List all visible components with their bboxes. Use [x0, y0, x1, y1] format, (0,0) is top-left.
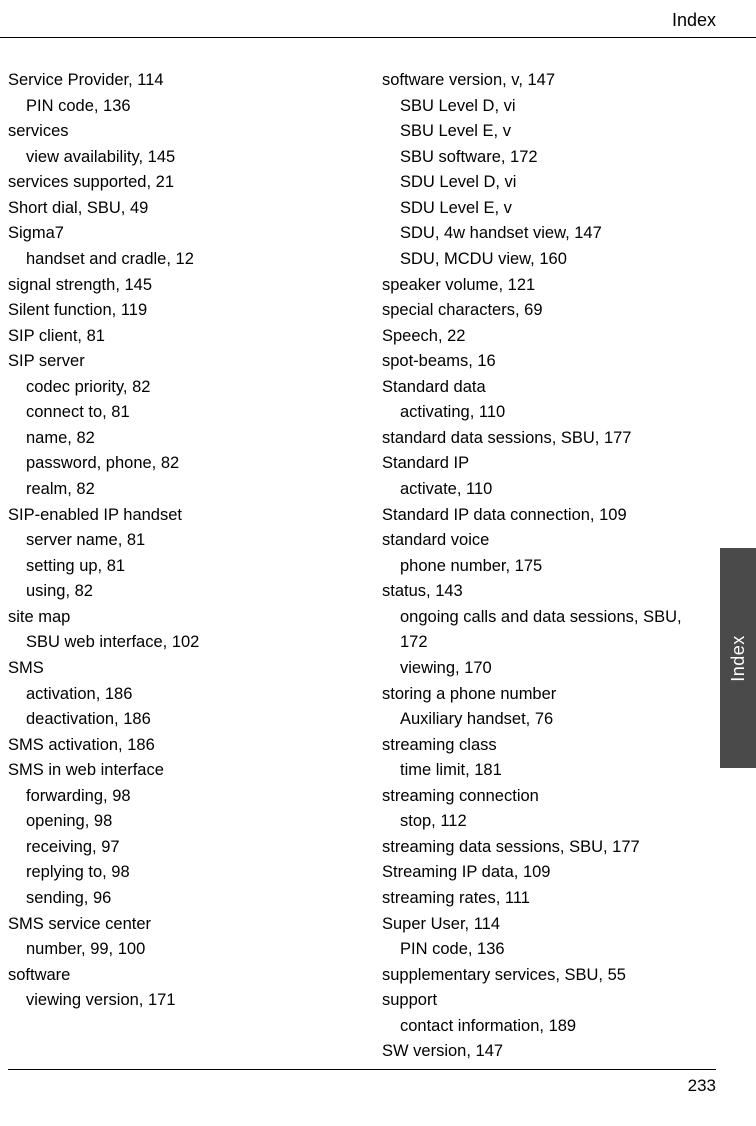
index-entry: using, 82: [8, 579, 342, 605]
index-entry: activate, 110: [382, 477, 716, 503]
index-entry: Super User, 114: [382, 912, 716, 938]
index-entry: password, phone, 82: [8, 451, 342, 477]
index-entry: handset and cradle, 12: [8, 247, 342, 273]
index-entry: Standard IP data connection, 109: [382, 503, 716, 529]
index-entry: speaker volume, 121: [382, 273, 716, 299]
page-number: 233: [688, 1076, 716, 1095]
index-entry: Speech, 22: [382, 324, 716, 350]
index-entry: Auxiliary handset, 76: [382, 707, 716, 733]
index-entry: SIP server: [8, 349, 342, 375]
index-entry: services supported, 21: [8, 170, 342, 196]
header-title: Index: [672, 10, 716, 30]
index-entry: SBU Level E, v: [382, 119, 716, 145]
index-entry: standard voice: [382, 528, 716, 554]
index-entry: support: [382, 988, 716, 1014]
index-entry: Short dial, SBU, 49: [8, 196, 342, 222]
index-entry: software version, v, 147: [382, 68, 716, 94]
index-entry: streaming class: [382, 733, 716, 759]
index-entry: streaming connection: [382, 784, 716, 810]
index-entry: SDU Level D, vi: [382, 170, 716, 196]
index-entry: codec priority, 82: [8, 375, 342, 401]
index-entry: Standard IP: [382, 451, 716, 477]
index-entry: sending, 96: [8, 886, 342, 912]
index-entry: SDU, 4w handset view, 147: [382, 221, 716, 247]
index-entry: PIN code, 136: [8, 94, 342, 120]
index-entry: activating, 110: [382, 400, 716, 426]
index-entry: opening, 98: [8, 809, 342, 835]
index-entry: stop, 112: [382, 809, 716, 835]
index-entry: ongoing calls and data sessions, SBU,: [382, 605, 716, 631]
index-entry: viewing, 170: [382, 656, 716, 682]
index-entry: forwarding, 98: [8, 784, 342, 810]
index-entry: signal strength, 145: [8, 273, 342, 299]
index-entry: contact information, 189: [382, 1014, 716, 1040]
index-entry: Streaming IP data, 109: [382, 860, 716, 886]
index-entry: server name, 81: [8, 528, 342, 554]
index-entry: PIN code, 136: [382, 937, 716, 963]
index-entry: storing a phone number: [382, 682, 716, 708]
index-entry: Standard data: [382, 375, 716, 401]
index-content: Service Provider, 114PIN code, 136servic…: [0, 38, 756, 1065]
index-entry: Silent function, 119: [8, 298, 342, 324]
side-tab: Index: [720, 548, 756, 768]
index-entry: spot-beams, 16: [382, 349, 716, 375]
index-entry: standard data sessions, SBU, 177: [382, 426, 716, 452]
index-entry: SBU software, 172: [382, 145, 716, 171]
index-entry: services: [8, 119, 342, 145]
index-column-right: software version, v, 147SBU Level D, viS…: [382, 68, 716, 1065]
index-entry: number, 99, 100: [8, 937, 342, 963]
index-entry: connect to, 81: [8, 400, 342, 426]
index-entry: name, 82: [8, 426, 342, 452]
index-entry: SDU, MCDU view, 160: [382, 247, 716, 273]
index-entry: status, 143: [382, 579, 716, 605]
index-entry: SMS in web interface: [8, 758, 342, 784]
index-entry: receiving, 97: [8, 835, 342, 861]
index-entry: view availability, 145: [8, 145, 342, 171]
index-entry: streaming data sessions, SBU, 177: [382, 835, 716, 861]
index-column-left: Service Provider, 114PIN code, 136servic…: [8, 68, 342, 1065]
index-entry: special characters, 69: [382, 298, 716, 324]
index-entry: SBU Level D, vi: [382, 94, 716, 120]
index-entry: Sigma7: [8, 221, 342, 247]
index-entry: activation, 186: [8, 682, 342, 708]
index-entry: viewing version, 171: [8, 988, 342, 1014]
index-entry: SW version, 147: [382, 1039, 716, 1065]
index-entry: SMS: [8, 656, 342, 682]
index-entry: supplementary services, SBU, 55: [382, 963, 716, 989]
index-entry: time limit, 181: [382, 758, 716, 784]
index-entry: 172: [382, 630, 716, 656]
index-entry: SDU Level E, v: [382, 196, 716, 222]
index-entry: SIP-enabled IP handset: [8, 503, 342, 529]
index-entry: streaming rates, 111: [382, 886, 716, 912]
index-entry: site map: [8, 605, 342, 631]
index-entry: deactivation, 186: [8, 707, 342, 733]
index-entry: setting up, 81: [8, 554, 342, 580]
index-entry: phone number, 175: [382, 554, 716, 580]
side-tab-label: Index: [728, 635, 749, 682]
index-entry: replying to, 98: [8, 860, 342, 886]
index-entry: realm, 82: [8, 477, 342, 503]
index-entry: SMS service center: [8, 912, 342, 938]
page-header: Index: [0, 0, 756, 38]
index-entry: software: [8, 963, 342, 989]
index-entry: Service Provider, 114: [8, 68, 342, 94]
index-entry: SMS activation, 186: [8, 733, 342, 759]
index-entry: SIP client, 81: [8, 324, 342, 350]
page-footer: 233: [8, 1069, 716, 1096]
index-entry: SBU web interface, 102: [8, 630, 342, 656]
